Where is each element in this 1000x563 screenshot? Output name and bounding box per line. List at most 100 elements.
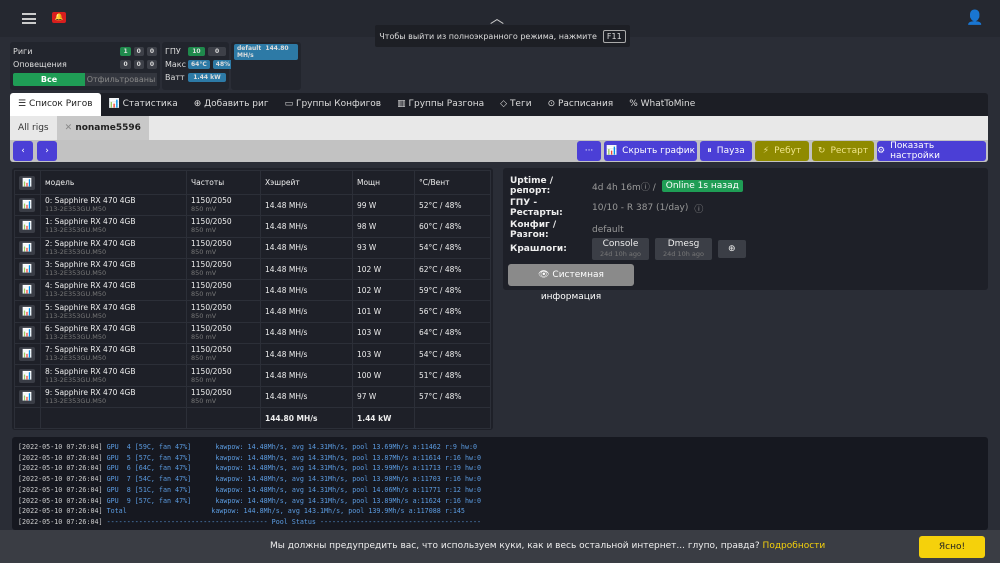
close-icon[interactable]: ✕ [65,123,73,133]
chart-icon[interactable]: 📊 [19,368,35,383]
table-row: 📊 5: Sapphire RX 470 4GB 113-2E353GU.M50 … [14,300,491,323]
gpu-hashrate: 14.48 MH/s [260,193,353,217]
online-badge: Online 1s назад [661,180,743,192]
max-label: Макс [165,60,187,69]
fullscreen-text: Чтобы выйти из полноэкранного режима, на… [379,31,597,41]
alerts-count[interactable]: 0 [146,60,157,69]
log-message: kawpow: 144.8Mh/s, avg 143.1Mh/s, pool 1… [211,507,465,516]
gpu-temp-fan: 64°C / 48% [414,321,491,345]
total-hashrate: 144.80 MH/s [260,406,353,430]
tab-statistics[interactable]: 📊 Статистика [101,93,186,116]
log-source: GPU 8 [51C, fan 47%] [106,485,192,494]
restart-icon: ↻ [817,146,826,156]
chart-icon[interactable]: 📊 [19,283,35,298]
hide-chart-button[interactable]: 📊 Скрыть график [604,141,697,161]
gpu-voltage: 850 mV [191,396,217,405]
col-hashrate: Хэшрейт [260,170,353,195]
rig-info-panel: Uptime / репорт: 4d 4h 16mⓘ / Online 1s на… [503,168,988,302]
log-message: kawpow: 14.48Mh/s, avg 14.31Mh/s, pool 1… [215,453,482,462]
gpu-model: 2: Sapphire RX 470 4GB [45,238,136,248]
rigs-error[interactable]: 0 [146,47,157,56]
more-button[interactable]: ··· [577,141,601,161]
tab-config-groups[interactable]: ▭ Группы Конфигов [277,93,390,116]
alerts-count[interactable]: 0 [120,60,131,69]
config-value: default [592,225,624,235]
gpu-bios: 113-2E353GU.M50 [45,332,107,341]
chart-icon[interactable]: 📊 [19,240,35,255]
dmesg-log-button[interactable]: Dmesg 24d 10h ago [655,238,713,260]
filter-filtered-button[interactable]: Отфильтрованы [85,73,157,86]
prev-button[interactable]: ‹ [13,141,33,161]
filter-all-button[interactable]: Все [13,73,85,86]
gpu-clocks: 1150/2050 [191,302,232,312]
log-message: kawpow: 14.48Mh/s, avg 14.31Mh/s, pool 1… [215,475,482,484]
tab-rig-list[interactable]: ☰ Список Ригов [10,93,101,116]
gpu-model: 9: Sapphire RX 470 4GB [45,387,136,397]
gpu-voltage: 850 mV [191,247,217,256]
algo-stats: default 144.80 MH/s [231,42,301,90]
gpu-temp-fan: 54°C / 48% [414,343,491,366]
pause-button[interactable]: ⏸ Пауза [700,141,752,161]
pause-label: Пауза [716,146,745,156]
chart-icon[interactable]: 📊 [19,304,35,319]
col-temp-fan: °C/Вент [414,170,491,195]
log-line: [2022-05-10 07:26:04] GPU 4 [59C, fan 47… [18,442,982,453]
rigs-offline[interactable]: 0 [133,47,144,56]
menu-icon[interactable] [22,13,36,24]
chart-icon[interactable]: 📊 [19,219,35,234]
alerts-count[interactable]: 0 [133,60,144,69]
tab-whattomine[interactable]: % WhatToMine [621,93,703,116]
miner-log[interactable]: [2022-05-10 07:26:04] GPU 4 [59C, fan 47… [12,437,988,530]
tab-oc-groups[interactable]: ▥ Группы Разгона [389,93,492,116]
gpu-offline: 0 [208,47,227,56]
restart-button[interactable]: ↻ Рестарт [812,141,874,161]
rigs-online[interactable]: 1 [120,47,131,56]
gpu-power: 93 W [352,236,415,259]
reboot-button[interactable]: ⚡ Ребут [755,141,809,161]
table-row: 📊 3: Sapphire RX 470 4GB 113-2E353GU.M50 … [14,257,491,281]
log-source: GPU 4 [59C, fan 47%] [106,443,192,451]
gpu-voltage: 850 mV [191,332,217,341]
config-label: Конфиг / Разгон: [510,220,557,240]
tab-schedules[interactable]: ⊙ Расписания [540,93,622,116]
fullscreen-notice: Чтобы выйти из полноэкранного режима, на… [375,25,630,47]
tab-label: Группы Разгона [408,99,485,109]
tab-rig[interactable]: ✕ noname5596 [56,116,149,140]
chart-icon[interactable]: 📊 [19,198,35,213]
bell-icon[interactable]: 🔔 [52,12,66,23]
system-info-button[interactable]: 👁 Системная информация [508,264,634,302]
gear-icon: ⚙ [877,146,886,156]
console-log-button[interactable]: Console 24d 10h ago [592,238,650,260]
log-line: [2022-05-10 07:26:04] GPU 7 [54C, fan 47… [18,474,982,485]
info-icon[interactable]: ⓘ [641,183,650,193]
gpu-temp-fan: 60°C / 48% [414,215,491,238]
chart-icon[interactable]: 📊 [19,325,35,340]
log-timestamp: [2022-05-10 07:26:04] [18,496,103,505]
gpu-voltage: 850 mV [191,375,217,384]
tab-all-rigs[interactable]: All rigs [10,116,57,140]
show-settings-button[interactable]: ⚙ Показать настройки [877,141,986,161]
log-source: Total [106,507,188,516]
info-icon[interactable]: ⓘ [694,202,703,215]
hide-chart-label: Скрыть график [622,146,696,156]
tab-tags[interactable]: ◇ Теги [492,93,539,116]
next-button[interactable]: › [37,141,57,161]
chart-icon[interactable]: 📊 [19,347,35,362]
chart-icon[interactable]: 📊 [19,389,35,404]
gpu-power: 98 W [352,215,415,238]
cookie-accept-button[interactable]: Ясно! [919,536,985,558]
gpu-temp-fan: 54°C / 48% [414,236,491,259]
user-settings-icon[interactable]: 👤 [966,10,983,26]
col-model: модель [40,170,187,195]
log-timestamp: [2022-05-10 07:26:04] [18,517,103,526]
add-comment-icon[interactable]: ⊕ [718,240,746,258]
table-row: 📊 1: Sapphire RX 470 4GB 113-2E353GU.M50 … [14,215,491,238]
chart-icon[interactable]: 📊 [19,175,35,190]
gpu-power: 99 W [352,193,415,217]
cookie-details-link[interactable]: Подробности [763,541,826,551]
log-line: [2022-05-10 07:26:04] GPU 6 [64C, fan 47… [18,463,982,474]
tab-add-rig[interactable]: ⊕ Добавить риг [186,93,277,116]
chart-icon[interactable]: 📊 [19,262,35,277]
gpu-bios: 113-2E353GU.M50 [45,247,107,256]
table-row: 📊 7: Sapphire RX 470 4GB 113-2E353GU.M50 … [14,343,491,366]
